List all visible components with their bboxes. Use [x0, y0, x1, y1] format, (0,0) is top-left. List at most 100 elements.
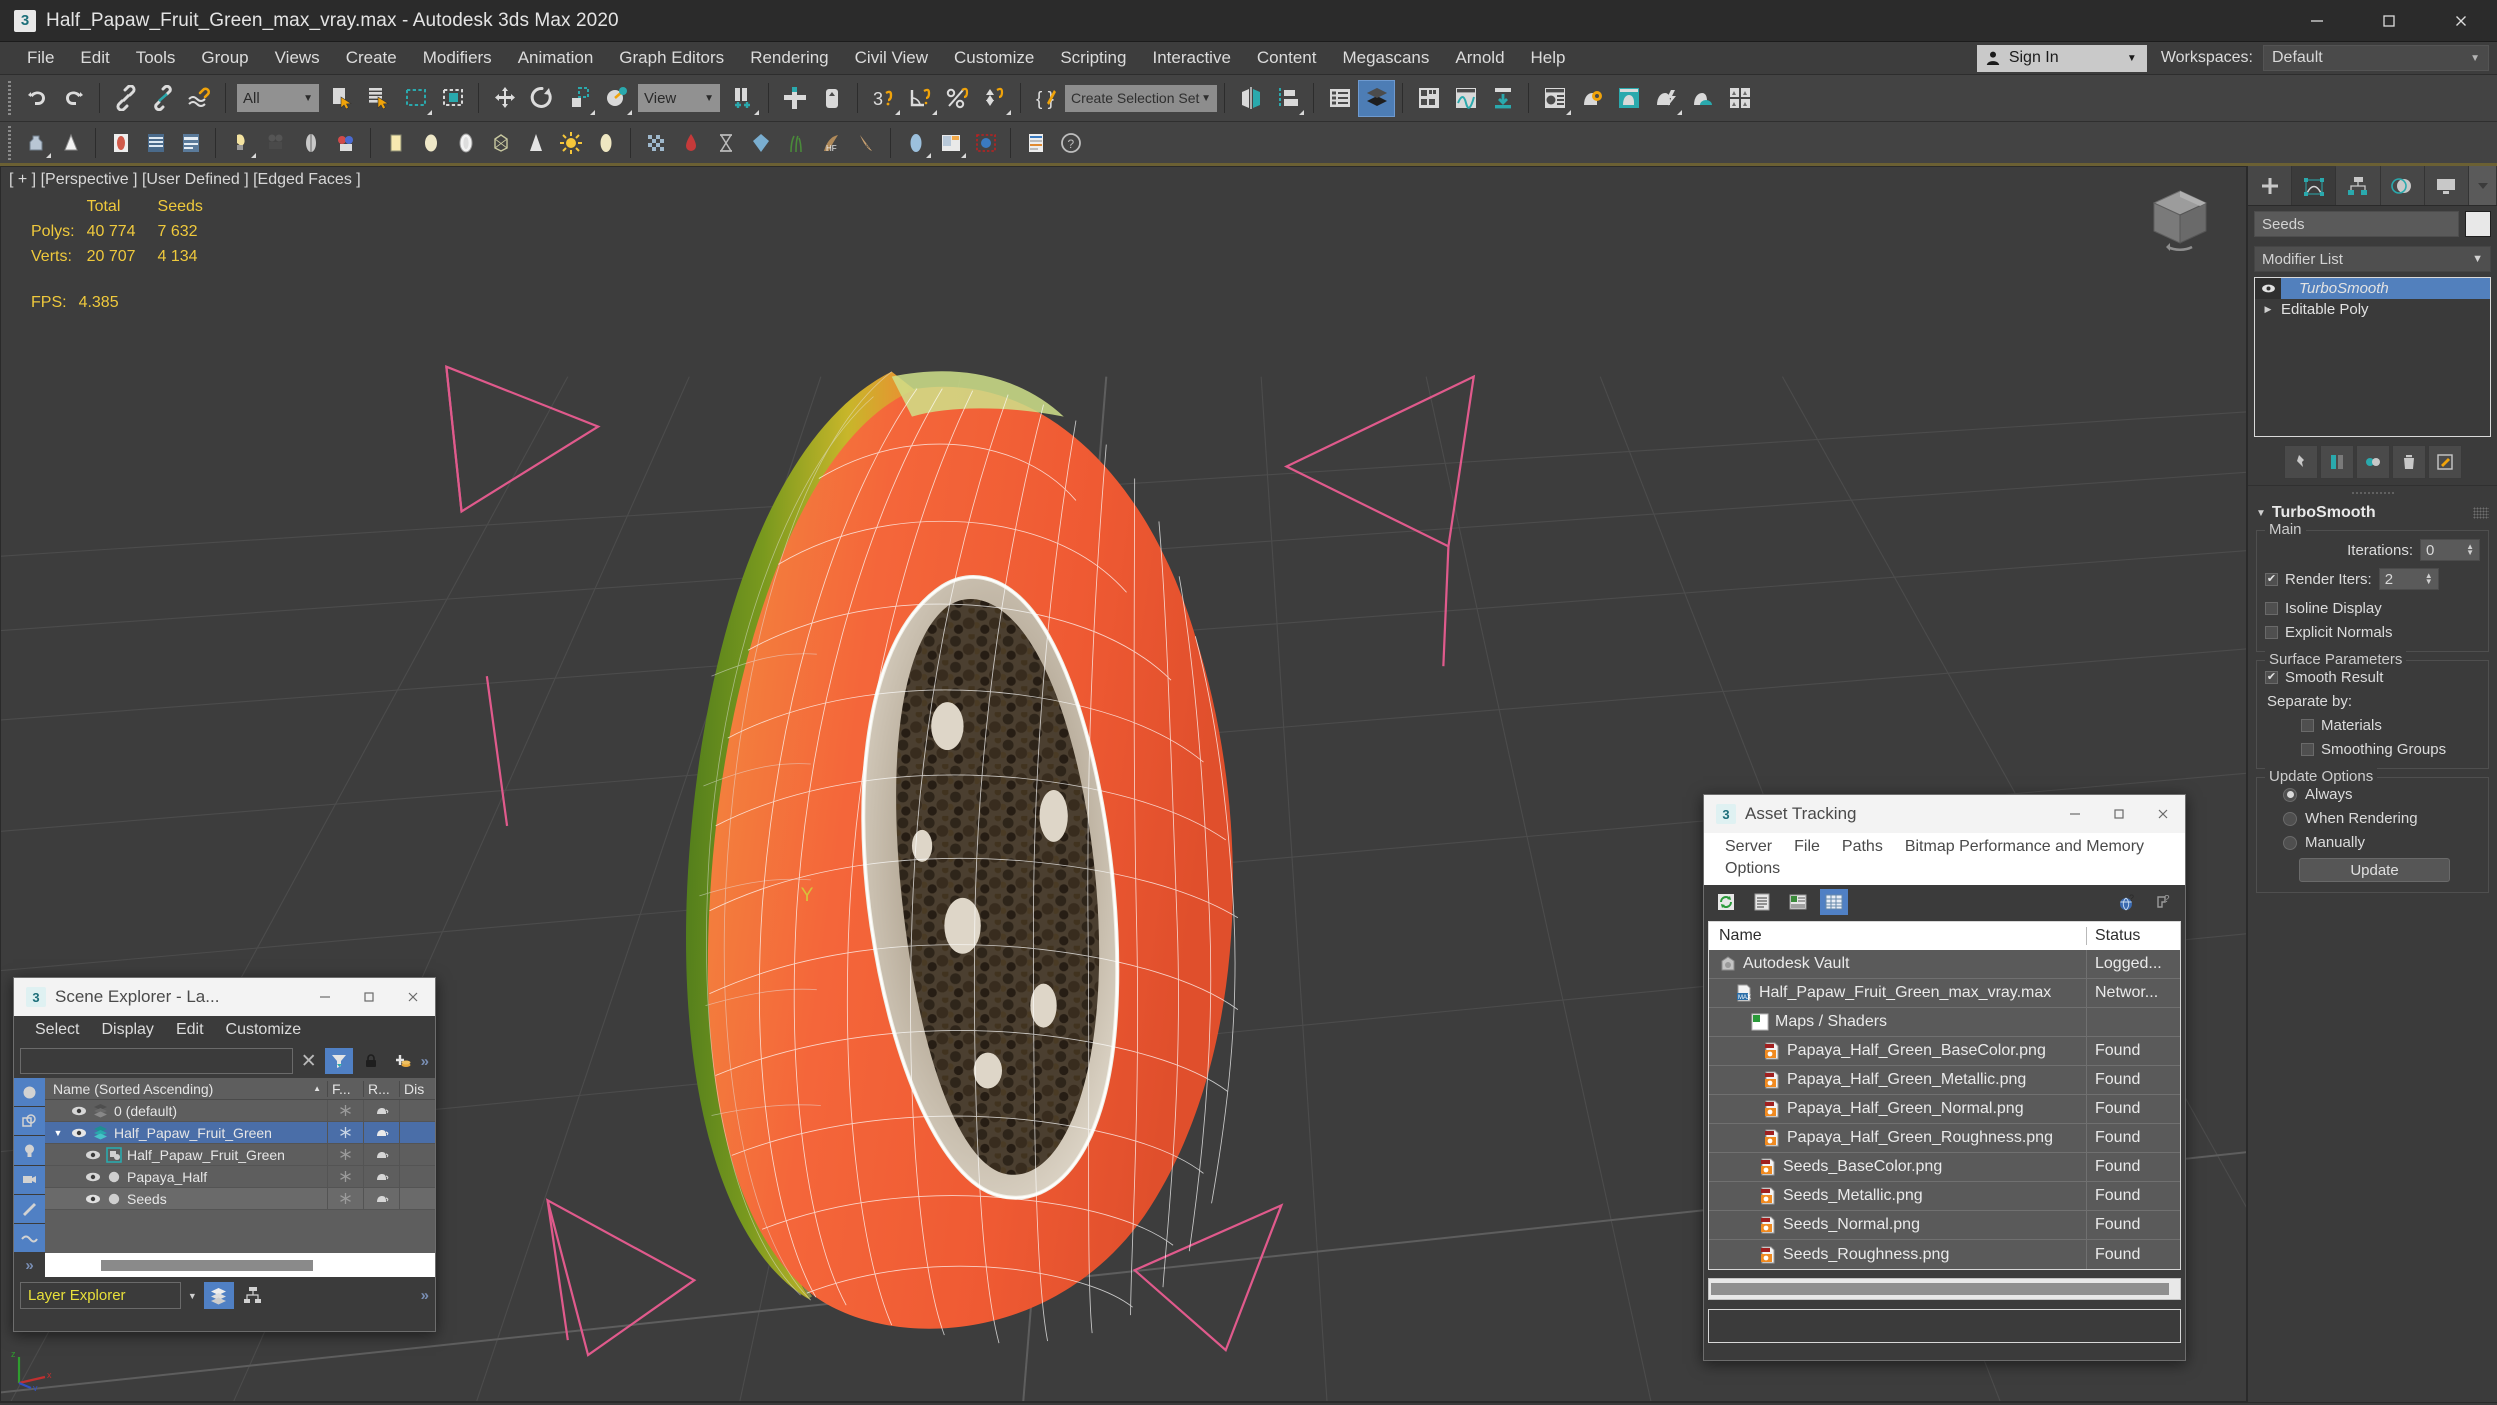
- asset-tracking-horizontal-scrollbar[interactable]: [1708, 1278, 2181, 1300]
- smooth-result-checkbox[interactable]: [2265, 671, 2278, 684]
- asset-tracking-minimize-button[interactable]: [2053, 795, 2097, 833]
- menu-item-megascans[interactable]: Megascans: [1329, 44, 1442, 72]
- select-and-place-icon[interactable]: [597, 80, 634, 117]
- context-help-icon[interactable]: ?: [2149, 889, 2177, 915]
- scene-explorer-menu-customize[interactable]: Customize: [215, 1019, 313, 1041]
- scene-explorer-overflow-chevron[interactable]: »: [421, 1053, 429, 1070]
- asset-column-status[interactable]: Status: [2087, 927, 2180, 945]
- sphere-gizmo-icon[interactable]: [293, 125, 328, 160]
- show-end-result-icon[interactable]: [2319, 445, 2354, 479]
- percent-snap-3-icon[interactable]: 3: [865, 80, 902, 117]
- iterations-spinner[interactable]: 0 ▲ ▼: [2420, 539, 2480, 561]
- help-icon[interactable]: ?: [1053, 125, 1088, 160]
- menu-item-customize[interactable]: Customize: [941, 44, 1047, 72]
- menu-item-modifiers[interactable]: Modifiers: [410, 44, 505, 72]
- asset-tracking-maximize-button[interactable]: [2097, 795, 2141, 833]
- frozen-cell[interactable]: [327, 1165, 363, 1188]
- table-row[interactable]: Papaya_Half: [45, 1165, 435, 1188]
- vray-region-render-icon[interactable]: [968, 125, 1003, 160]
- panel-drag-handle[interactable]: [2254, 489, 2491, 497]
- ellipsoid-light-icon[interactable]: [588, 125, 623, 160]
- asset-menu-options[interactable]: Options: [1714, 858, 1791, 880]
- sand-timer-icon[interactable]: [708, 125, 743, 160]
- standard-primitives-icon[interactable]: [18, 125, 53, 160]
- snaps-toggle-icon[interactable]: [776, 80, 813, 117]
- asset-menu-file[interactable]: File: [1783, 836, 1831, 858]
- reference-coordinate-system-select[interactable]: View ▼: [638, 84, 720, 112]
- render-setup-panels-icon[interactable]: [1721, 80, 1758, 117]
- select-object-icon[interactable]: [323, 80, 360, 117]
- menu-item-rendering[interactable]: Rendering: [737, 44, 841, 72]
- chevron-down-icon[interactable]: ▼: [185, 1291, 200, 1301]
- table-row[interactable]: Seeds_Normal.png Found: [1709, 1210, 2180, 1240]
- angle-snap-toggle-icon[interactable]: [902, 80, 939, 117]
- curve-editor-icon[interactable]: [1447, 80, 1484, 117]
- remove-modifier-icon[interactable]: [2391, 445, 2426, 479]
- eye-icon[interactable]: [85, 1147, 101, 1163]
- menu-item-animation[interactable]: Animation: [505, 44, 607, 72]
- named-selection-sets-input[interactable]: Create Selection Set ▼: [1065, 84, 1217, 112]
- undo-button[interactable]: [18, 80, 55, 117]
- dialog-panel-icon[interactable]: [138, 125, 173, 160]
- object-color-swatch[interactable]: [2465, 211, 2491, 237]
- cone-light-icon[interactable]: [518, 125, 553, 160]
- detail-view-icon[interactable]: [1784, 889, 1812, 915]
- filter-shapes-icon[interactable]: [14, 1107, 45, 1137]
- table-row[interactable]: Papaya_Half_Green_Roughness.png Found: [1709, 1123, 2180, 1153]
- hierarchy-explorer-mode-button[interactable]: [238, 1282, 268, 1309]
- asset-tracking-close-button[interactable]: [2141, 795, 2185, 833]
- select-and-rotate-icon[interactable]: [523, 80, 560, 117]
- tab-display[interactable]: [2424, 166, 2470, 205]
- pin-stack-icon[interactable]: [2283, 445, 2318, 479]
- isoline-display-row[interactable]: Isoline Display: [2265, 600, 2480, 617]
- water-icon[interactable]: [743, 125, 778, 160]
- smoothing-groups-row[interactable]: Smoothing Groups: [2301, 741, 2480, 758]
- table-row[interactable]: Half_Papaw_Fruit_Green: [45, 1143, 435, 1166]
- menu-item-file[interactable]: File: [14, 44, 67, 72]
- selection-filter-select[interactable]: All ▼: [237, 84, 319, 112]
- scene-explorer-menu-select[interactable]: Select: [24, 1019, 90, 1041]
- redo-button[interactable]: [55, 80, 92, 117]
- spinner-snap-toggle-icon[interactable]: [976, 80, 1013, 117]
- filter-cameras-icon[interactable]: [14, 1165, 45, 1195]
- content-download-icon[interactable]: [1484, 80, 1521, 117]
- select-and-link-icon[interactable]: [107, 80, 144, 117]
- update-when-rendering-row[interactable]: When Rendering: [2283, 810, 2480, 827]
- scene-explorer-horizontal-scrollbar[interactable]: [45, 1253, 435, 1277]
- select-and-scale-icon[interactable]: [560, 80, 597, 117]
- frozen-cell[interactable]: [327, 1099, 363, 1122]
- camera-icon[interactable]: [258, 125, 293, 160]
- scene-explorer-menu-display[interactable]: Display: [90, 1019, 164, 1041]
- frozen-cell[interactable]: [327, 1121, 363, 1144]
- update-manually-row[interactable]: Manually: [2283, 834, 2480, 851]
- vray-frame-buffer-icon[interactable]: [933, 125, 968, 160]
- asset-menu-server[interactable]: Server: [1714, 836, 1783, 858]
- filter-space-warps-icon[interactable]: [14, 1223, 45, 1254]
- display-cell[interactable]: [399, 1165, 435, 1188]
- column-header-render[interactable]: R...: [363, 1080, 399, 1097]
- dialog-panel2-icon[interactable]: [173, 125, 208, 160]
- hair-fur-icon[interactable]: HF: [813, 125, 848, 160]
- window-crossing-toggle-icon[interactable]: [434, 80, 471, 117]
- scrollbar-thumb[interactable]: [101, 1259, 314, 1271]
- expand-icon[interactable]: ▶: [2255, 299, 2281, 320]
- render-setup-icon[interactable]: [1536, 80, 1573, 117]
- render-frame-window-icon[interactable]: [1610, 80, 1647, 117]
- sign-in-button[interactable]: Sign In ▼: [1976, 44, 2147, 72]
- lock-icon[interactable]: [357, 1048, 385, 1074]
- menu-item-interactive[interactable]: Interactive: [1139, 44, 1243, 72]
- viewport-label[interactable]: [ + ] [Perspective ] [User Defined ] [Ed…: [9, 171, 361, 189]
- material-slot-icon[interactable]: [103, 125, 138, 160]
- material-editor-icon[interactable]: [1410, 80, 1447, 117]
- table-row[interactable]: Seeds_Metallic.png Found: [1709, 1181, 2180, 1211]
- materials-row[interactable]: Materials: [2301, 717, 2480, 734]
- render-cell[interactable]: [363, 1143, 399, 1166]
- display-cell[interactable]: [399, 1121, 435, 1144]
- workspace-select[interactable]: Default ▼: [2263, 45, 2489, 71]
- filter-funnel-icon[interactable]: [324, 1048, 353, 1074]
- unlink-selection-icon[interactable]: [144, 80, 181, 117]
- percent-snap-toggle-icon[interactable]: [939, 80, 976, 117]
- rectangular-selection-region-icon[interactable]: [397, 80, 434, 117]
- extended-primitives-icon[interactable]: [53, 125, 88, 160]
- table-row[interactable]: Seeds_BaseColor.png Found: [1709, 1152, 2180, 1182]
